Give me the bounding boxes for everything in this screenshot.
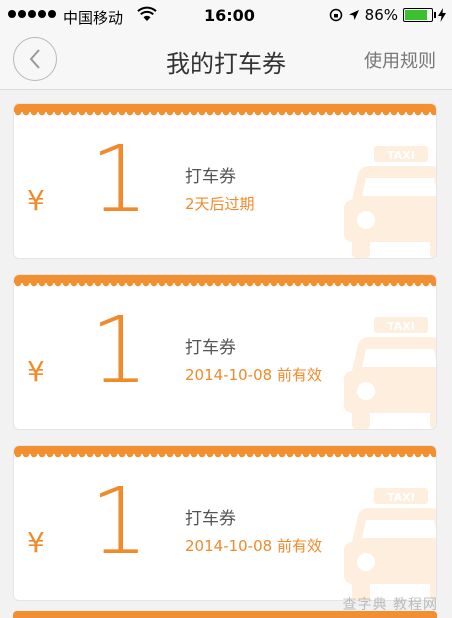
taxi-badge-text: TAXI [387, 320, 415, 333]
carrier-name: 中国移动 [63, 9, 124, 27]
coupon-scallop-edge [14, 446, 436, 459]
coupon-name: 打车券 [185, 509, 236, 529]
watermark: 查字典 教程网 [342, 597, 438, 613]
clock-time: 16:00 [204, 6, 255, 25]
taxi-badge-text: TAXI [387, 149, 415, 162]
battery-icon [403, 8, 436, 22]
taxi-icon: TAXI [344, 488, 436, 600]
taxi-icon: TAXI [344, 317, 436, 429]
rotation-lock-icon [329, 8, 342, 22]
coupon-scallop-edge [14, 104, 436, 117]
location-arrow-icon [348, 10, 359, 20]
coupon-scallop-edge [14, 275, 436, 288]
coupon-expiry: 2天后过期 [185, 195, 255, 213]
battery-percent: 86% [364, 6, 398, 24]
usage-rules-link[interactable]: 使用规则 [364, 47, 436, 73]
coupon-amount: 1 [90, 126, 149, 233]
status-bar: 中国移动 16:00 86% [0, 0, 452, 34]
currency-symbol: ¥ [27, 526, 45, 559]
coupon-expiry: 2014-10-08 前有效 [185, 366, 322, 384]
coupon-card[interactable]: ¥ 1 打车券 2014-10-08 前有效 TAXI [13, 445, 437, 601]
signal-strength-icon [8, 10, 56, 18]
taxi-badge-text: TAXI [387, 491, 415, 504]
coupon-amount: 1 [90, 297, 149, 404]
taxi-icon: TAXI [344, 146, 436, 258]
coupon-expiry: 2014-10-08 前有效 [185, 537, 322, 555]
coupon-name: 打车券 [185, 167, 236, 187]
navigation-bar: 我的打车券 使用规则 [0, 34, 452, 90]
currency-symbol: ¥ [27, 184, 45, 217]
currency-symbol: ¥ [27, 355, 45, 388]
charging-bolt-icon [438, 8, 446, 22]
coupon-amount: 1 [90, 468, 149, 575]
wifi-icon [137, 6, 157, 21]
coupon-name: 打车券 [185, 338, 236, 358]
coupon-card[interactable]: ¥ 1 打车券 2014-10-08 前有效 TAXI [13, 274, 437, 430]
coupon-card[interactable]: ¥ 1 打车券 2天后过期 TAXI [13, 103, 437, 259]
